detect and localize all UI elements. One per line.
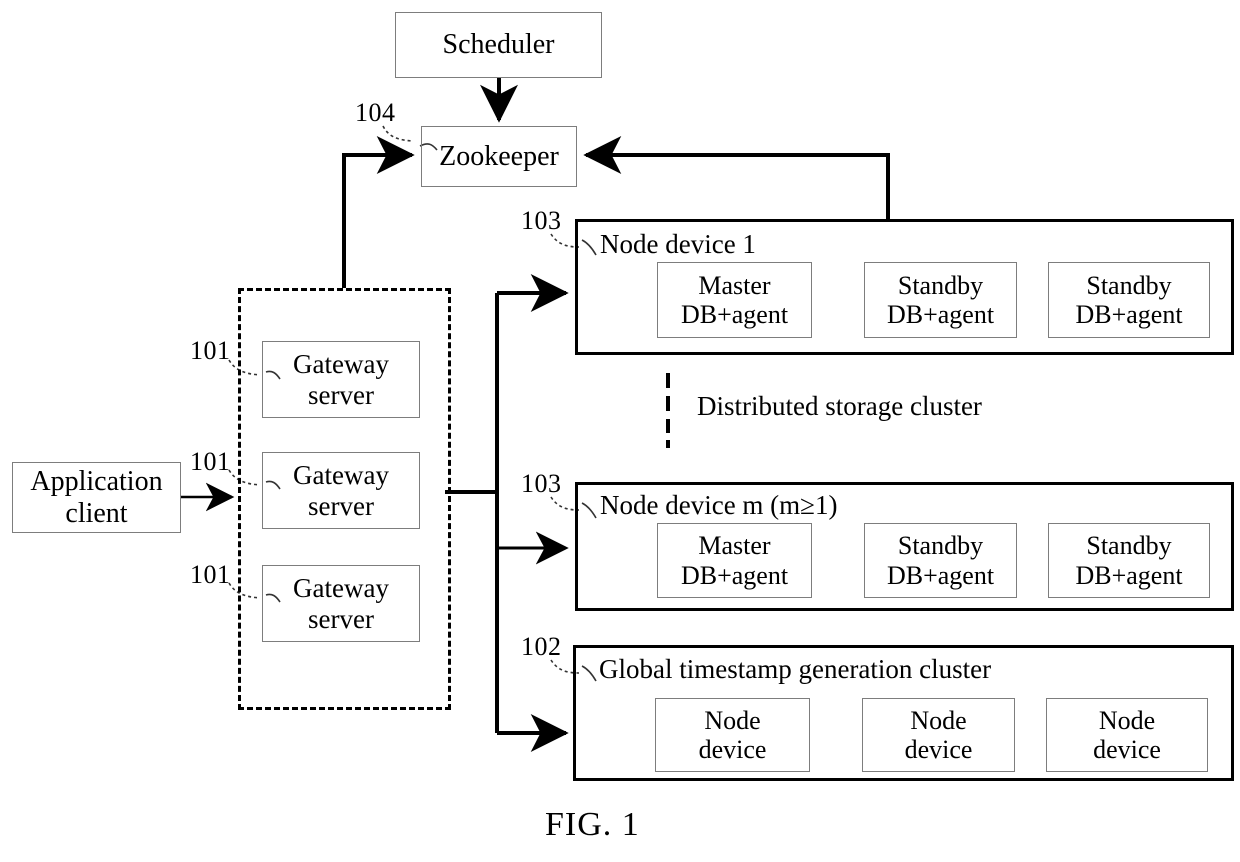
nd1-u2-l2: DB+agent bbox=[886, 300, 995, 329]
ref-number-103-first: 103 bbox=[521, 206, 562, 235]
timestamp-cluster-node-1[interactable]: Node device bbox=[655, 698, 810, 772]
gateway-server-1-line2: server bbox=[308, 379, 374, 410]
arrow-nodedevice1-to-zookeeper bbox=[583, 136, 890, 219]
gateway-server-3-line2: server bbox=[308, 603, 374, 634]
gateway-server-box-1[interactable]: Gateway server bbox=[262, 341, 420, 418]
timestamp-cluster-node-3[interactable]: Node device bbox=[1046, 698, 1208, 772]
bus-gateway-to-trunk bbox=[445, 293, 499, 733]
patent-figure: Scheduler 104 Zookeeper Application clie… bbox=[0, 0, 1240, 862]
scheduler-label: Scheduler bbox=[442, 29, 555, 61]
node-device-1-unit-standby-1-label: Standby DB+agent bbox=[887, 271, 994, 329]
zookeeper-label: Zookeeper bbox=[439, 140, 559, 172]
nd1-u1-l1: Master bbox=[698, 270, 771, 300]
ndm-u1-l1: Master bbox=[698, 531, 771, 561]
gts-u1-l1: Node bbox=[704, 705, 761, 735]
application-client-line2: client bbox=[65, 497, 128, 529]
gateway-server-label-3: Gateway server bbox=[293, 573, 389, 633]
gts-u3-l1: Node bbox=[1098, 705, 1156, 735]
node-device-m-title: Node device m (m≥1) bbox=[600, 490, 838, 520]
nd1-u1-l2: DB+agent bbox=[680, 300, 789, 329]
ndm-u3-l1: Standby bbox=[1086, 531, 1172, 561]
node-device-m-unit-standby-1[interactable]: Standby DB+agent bbox=[864, 523, 1017, 598]
node-device-m-unit-standby-2-label: Standby DB+agent bbox=[1075, 531, 1182, 589]
node-device-1-unit-master[interactable]: Master DB+agent bbox=[657, 262, 812, 338]
arrow-gateway-to-zookeeper bbox=[342, 136, 415, 288]
gateway-server-label-1: Gateway server bbox=[293, 349, 389, 409]
node-device-1-unit-master-label: Master DB+agent bbox=[681, 271, 788, 329]
timestamp-cluster-node-2-label: Node device bbox=[905, 706, 973, 764]
ref-number-101-second: 101 bbox=[190, 447, 231, 476]
gateway-server-box-3[interactable]: Gateway server bbox=[262, 565, 420, 642]
gateway-server-1-line1: Gateway bbox=[293, 349, 389, 380]
gateway-server-label-2: Gateway server bbox=[293, 460, 389, 520]
node-device-1-unit-standby-2-label: Standby DB+agent bbox=[1075, 271, 1182, 329]
ref-number-104: 104 bbox=[355, 98, 396, 127]
ref-number-103-second: 103 bbox=[521, 469, 562, 498]
node-device-m-unit-master-label: Master DB+agent bbox=[681, 531, 788, 589]
gts-u3-l2: device bbox=[1093, 735, 1161, 764]
node-device-1-unit-standby-2[interactable]: Standby DB+agent bbox=[1048, 262, 1210, 338]
gts-u2-l1: Node bbox=[910, 705, 967, 735]
ndm-u3-l2: DB+agent bbox=[1075, 560, 1183, 590]
scheduler-box[interactable]: Scheduler bbox=[395, 12, 602, 78]
ref-number-101-third: 101 bbox=[190, 560, 231, 589]
distributed-storage-cluster-label: Distributed storage cluster bbox=[697, 391, 982, 421]
application-client-line1: Application bbox=[30, 466, 163, 498]
node-device-m-unit-master[interactable]: Master DB+agent bbox=[657, 523, 812, 598]
nd1-u2-l1: Standby bbox=[897, 270, 984, 300]
application-client-box[interactable]: Application client bbox=[12, 462, 181, 533]
ref-number-101-first: 101 bbox=[190, 336, 231, 365]
timestamp-cluster-node-3-label: Node device bbox=[1093, 706, 1161, 764]
figure-caption: FIG. 1 bbox=[545, 806, 640, 843]
ref-number-102: 102 bbox=[521, 632, 562, 661]
gateway-server-2-line2: server bbox=[308, 490, 374, 521]
gateway-server-2-line1: Gateway bbox=[293, 460, 389, 491]
gateway-server-box-2[interactable]: Gateway server bbox=[262, 452, 420, 529]
zookeeper-box[interactable]: Zookeeper bbox=[421, 126, 577, 187]
application-client-label: Application client bbox=[30, 466, 162, 529]
nd1-u3-l1: Standby bbox=[1086, 270, 1172, 300]
nd1-u3-l2: DB+agent bbox=[1075, 300, 1183, 329]
gts-u1-l2: device bbox=[698, 735, 767, 764]
timestamp-cluster-node-1-label: Node device bbox=[699, 706, 767, 764]
node-device-m-unit-standby-1-label: Standby DB+agent bbox=[887, 531, 994, 589]
node-device-m-unit-standby-2[interactable]: Standby DB+agent bbox=[1048, 523, 1210, 598]
gts-u2-l2: device bbox=[904, 735, 973, 764]
ndm-u2-l2: DB+agent bbox=[886, 560, 995, 590]
gateway-server-3-line1: Gateway bbox=[293, 573, 389, 604]
leader-104 bbox=[382, 125, 413, 142]
node-device-1-unit-standby-1[interactable]: Standby DB+agent bbox=[864, 262, 1017, 338]
timestamp-cluster-title: Global timestamp generation cluster bbox=[599, 654, 992, 684]
timestamp-cluster-node-2[interactable]: Node device bbox=[862, 698, 1015, 772]
node-device-1-title: Node device 1 bbox=[600, 229, 756, 259]
ndm-u1-l2: DB+agent bbox=[680, 560, 789, 590]
ndm-u2-l1: Standby bbox=[897, 531, 984, 561]
